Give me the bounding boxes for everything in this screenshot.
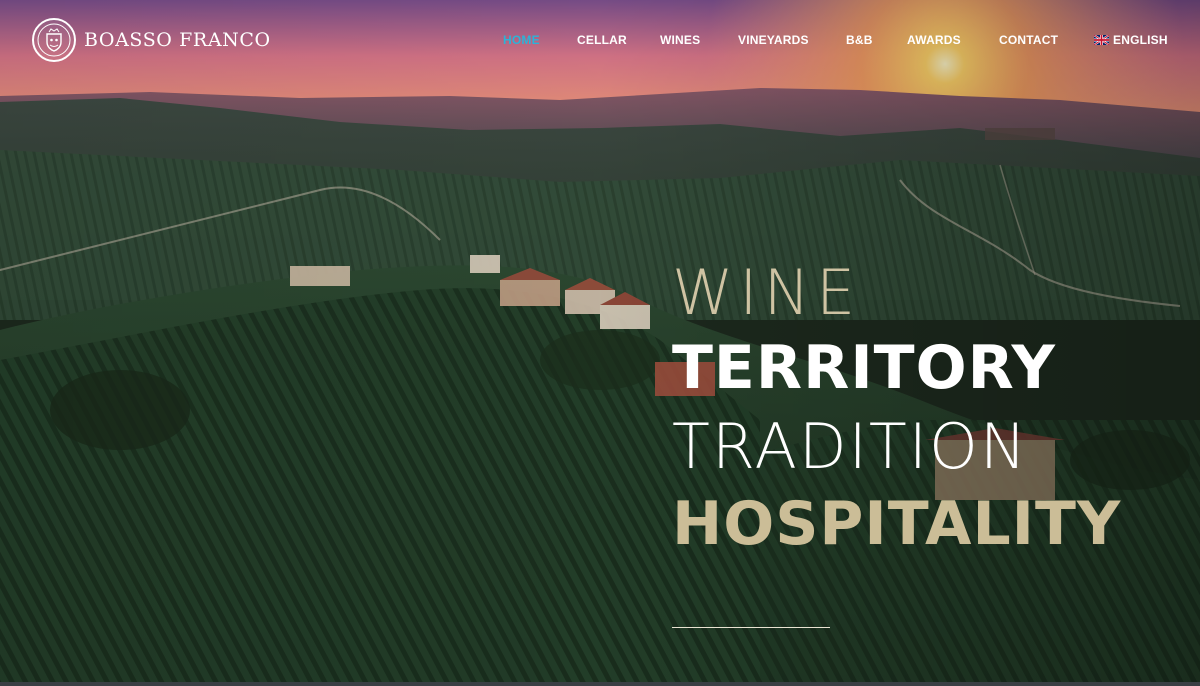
language-label: ENGLISH [1113,33,1168,47]
language-selector[interactable]: ENGLISH [1094,33,1168,47]
nav-item-home[interactable]: HOME [503,33,540,47]
headline-territory: TERRITORY [672,333,1056,403]
nav-item-vineyards[interactable]: VINEYARDS [738,33,809,47]
nav-item-wines[interactable]: WINES [660,33,700,47]
headline-divider [672,627,830,628]
uk-flag-icon [1094,35,1109,45]
nav-item-awards[interactable]: AWARDS [907,33,961,47]
nav-item-contact[interactable]: CONTACT [999,33,1058,47]
headline-hospitality: HOSPITALITY [672,489,1122,559]
hero-headline: WINE TERRITORY TRADITION HOSPITALITY [672,256,1192,559]
nav-item-cellar[interactable]: CELLAR [577,33,627,47]
headline-tradition: TRADITION [672,410,1029,483]
bottom-bar [0,682,1200,686]
headline-wine: WINE [672,256,862,329]
main-nav: HOME CELLAR WINES VINEYARDS B&B AWARDS C… [0,33,1200,49]
nav-item-bnb[interactable]: B&B [846,33,873,47]
